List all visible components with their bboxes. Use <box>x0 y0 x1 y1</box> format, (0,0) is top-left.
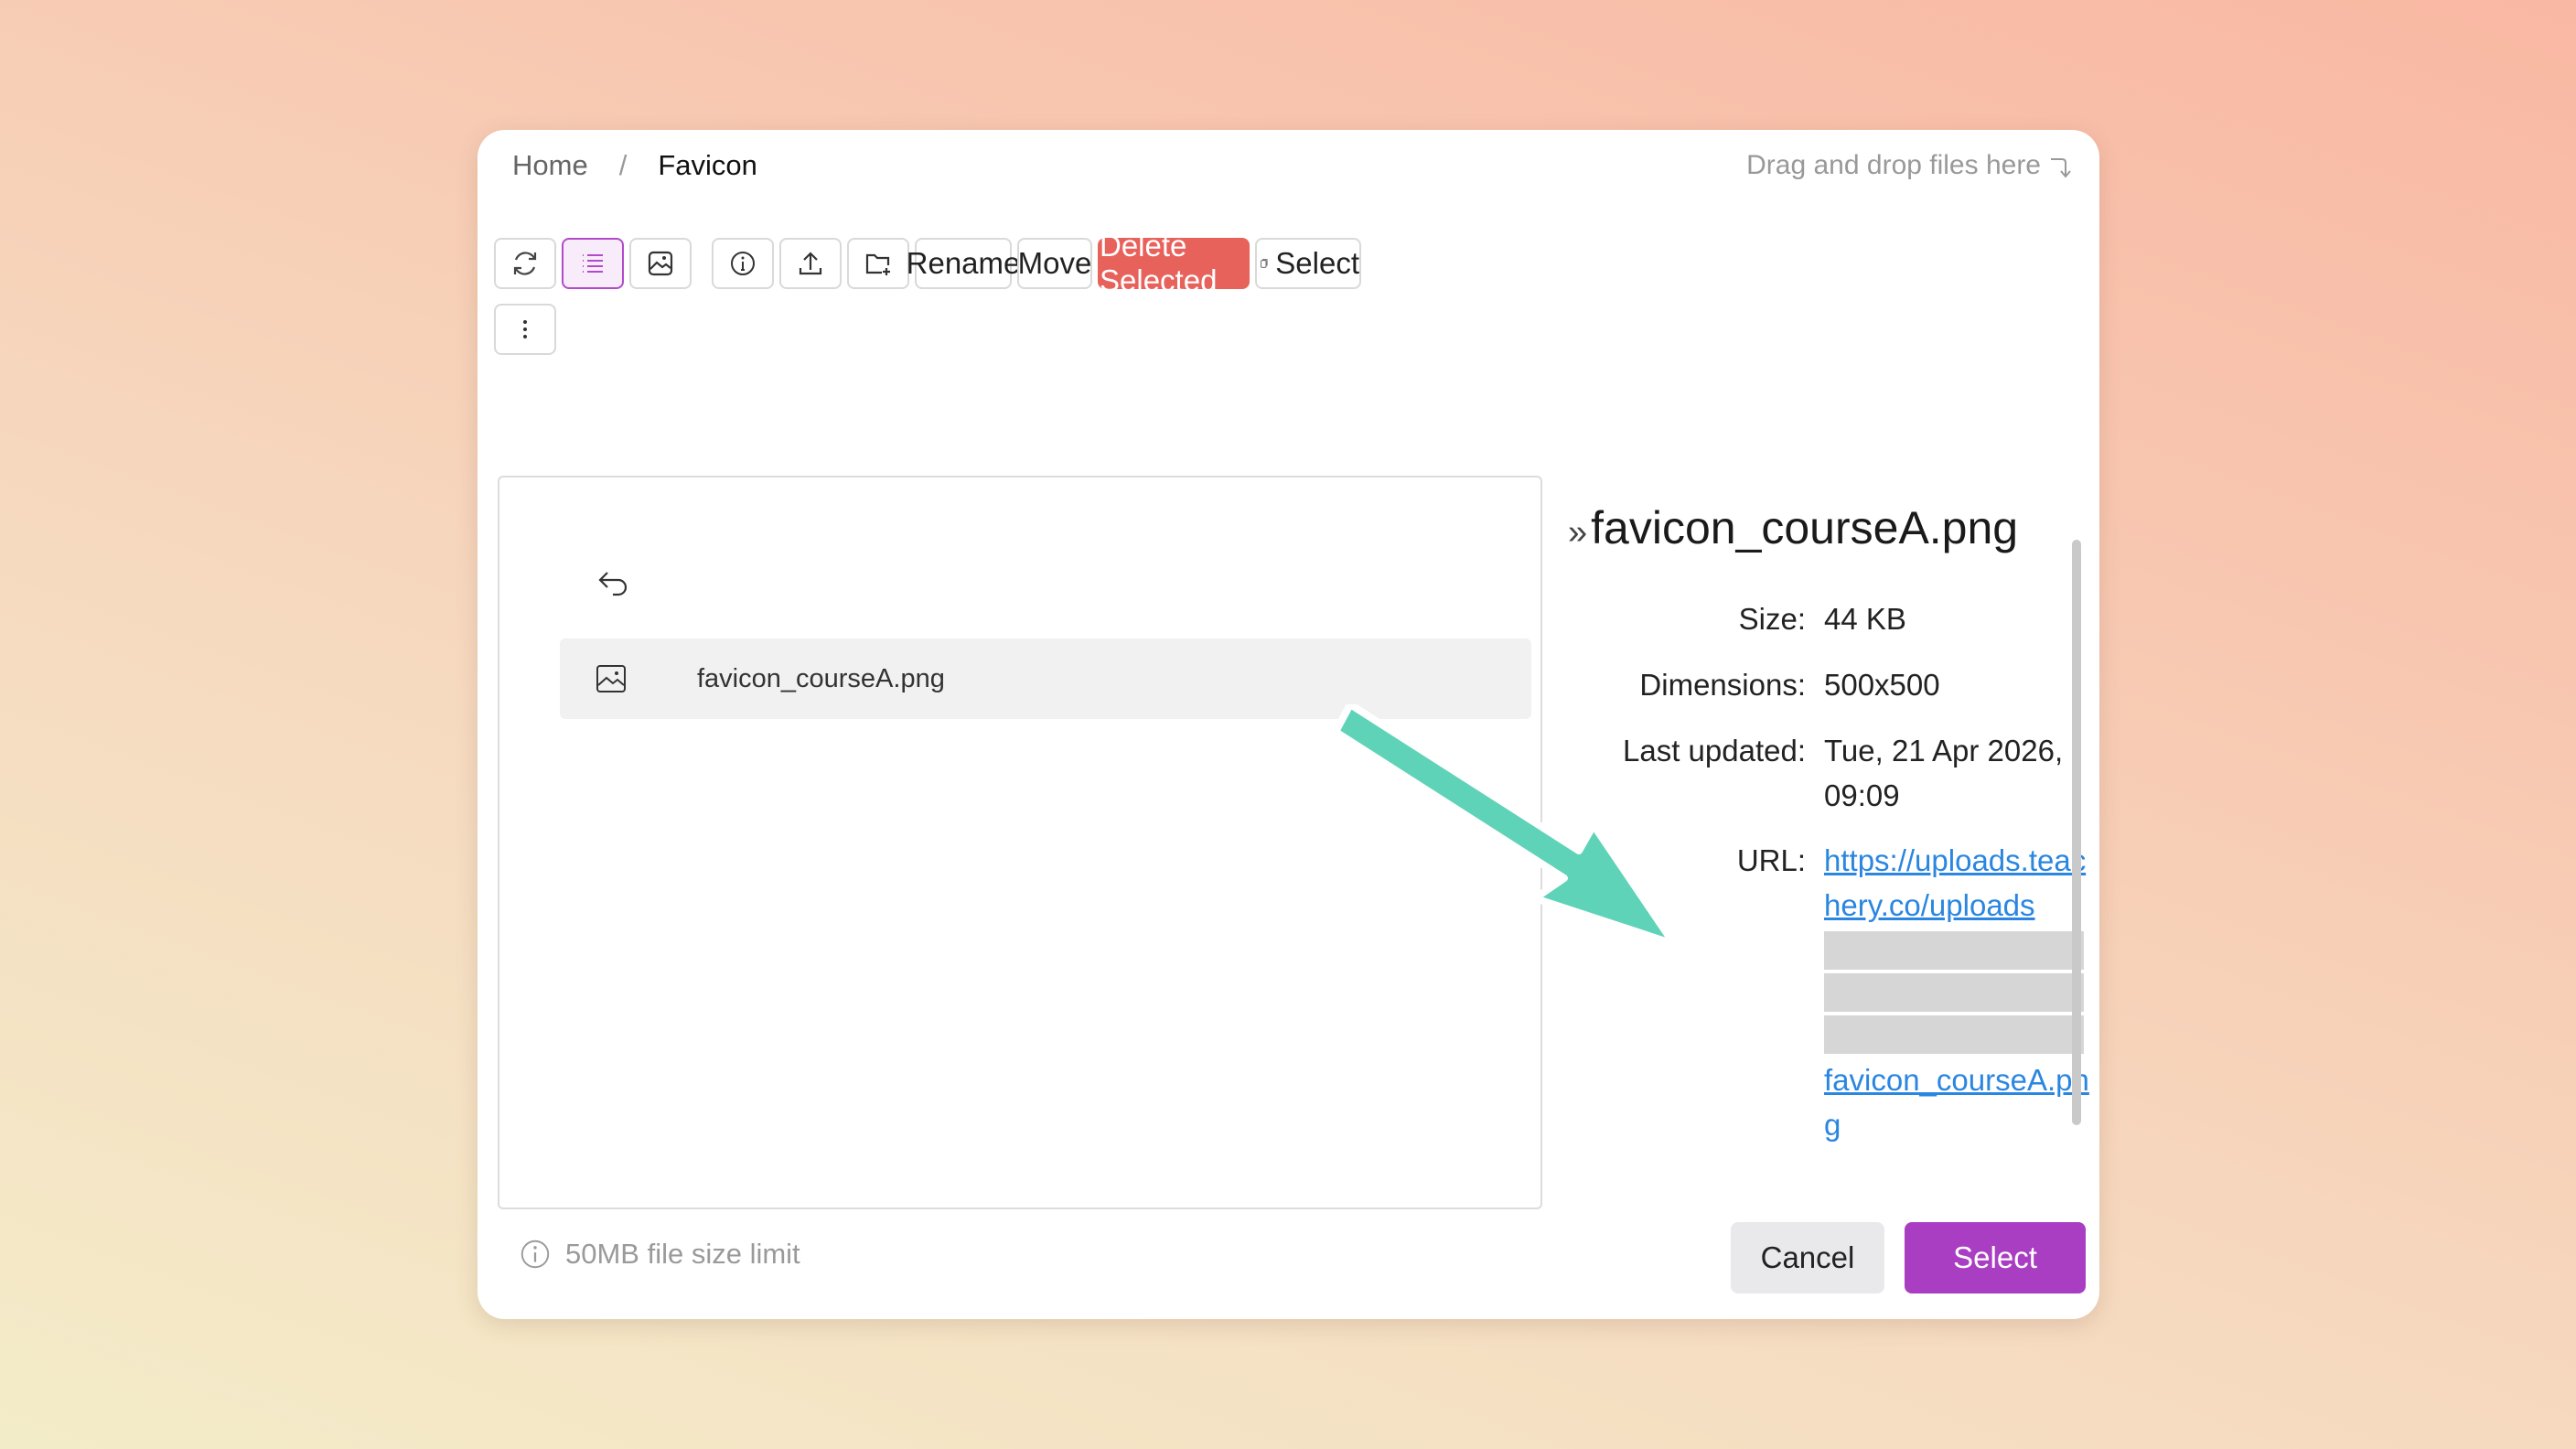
details-filename: favicon_courseA.png <box>1591 502 2019 553</box>
details-title: » favicon_courseA.png <box>1568 501 2080 554</box>
cancel-button[interactable]: Cancel <box>1731 1222 1884 1293</box>
size-value: 44 KB <box>1824 602 1906 636</box>
url-link-end[interactable]: favicon_courseA.png <box>1824 1063 2089 1142</box>
url-label: URL: <box>1736 843 1806 877</box>
url-link-start[interactable]: https://uploads.teachery.co/uploads <box>1824 843 2086 922</box>
size-label: Size: <box>1738 602 1806 636</box>
list-view-icon <box>583 254 603 273</box>
select-toolbar-button[interactable]: Select <box>1255 238 1361 289</box>
rename-label: Rename <box>906 246 1021 280</box>
more-vertical-icon <box>523 320 527 338</box>
collapse-chevrons-icon[interactable]: » <box>1568 513 1587 553</box>
last-updated-value: Tue, 21 Apr 2026, 09:09 <box>1824 734 2064 812</box>
dialog-footer: 50MB file size limit Cancel Select <box>498 1209 2089 1312</box>
more-options-button[interactable] <box>494 304 556 355</box>
drag-drop-text: Drag and drop files here <box>1746 150 2041 180</box>
select-toolbar-label: Select <box>1275 246 1359 280</box>
refresh-button[interactable] <box>494 238 556 289</box>
breadcrumb-separator: / <box>618 149 628 181</box>
delete-selected-label: Delete Selected <box>1100 229 1218 297</box>
list-view-button[interactable] <box>562 238 624 289</box>
copy-icon <box>1261 259 1268 268</box>
refresh-icon <box>513 252 537 275</box>
move-label: Move <box>1017 246 1092 280</box>
file-size-limit-text: 50MB file size limit <box>565 1238 800 1270</box>
move-button[interactable]: Move <box>1017 238 1092 289</box>
select-button[interactable]: Select <box>1905 1222 2086 1293</box>
redacted-url-segment <box>1824 931 2084 970</box>
redacted-url-segment <box>1824 1015 2084 1054</box>
image-icon <box>596 665 626 692</box>
redacted-url-segment <box>1824 973 2084 1012</box>
grid-view-button[interactable] <box>629 238 692 289</box>
file-list-panel: favicon_courseA.png <box>498 476 1542 1209</box>
drag-drop-hint: Drag and drop files here <box>1746 143 2072 188</box>
breadcrumb-current: Favicon <box>658 149 757 181</box>
last-updated-label: Last updated: <box>1623 734 1806 767</box>
info-icon <box>521 1240 550 1269</box>
dimensions-value: 500x500 <box>1824 668 1940 702</box>
delete-selected-button[interactable]: Delete Selected <box>1098 229 1250 297</box>
rename-button[interactable]: Rename <box>907 238 1020 289</box>
details-scrollbar[interactable] <box>2072 540 2081 1125</box>
file-size-limit: 50MB file size limit <box>518 1237 800 1272</box>
image-grid-view-icon <box>648 251 673 276</box>
list-item[interactable]: favicon_courseA.png <box>560 639 1531 719</box>
file-details-panel: » favicon_courseA.png Size: 44 KB Dimens… <box>1568 501 2089 1142</box>
breadcrumb: Home / Favicon <box>512 143 757 188</box>
info-icon <box>731 252 755 275</box>
upload-button[interactable] <box>779 238 842 289</box>
upload-icon <box>799 252 822 275</box>
dimensions-label: Dimensions: <box>1639 668 1806 702</box>
new-folder-icon <box>865 253 890 275</box>
new-folder-button[interactable] <box>847 238 909 289</box>
url-value: https://uploads.teachery.co/uploads favi… <box>1824 838 2089 1147</box>
info-button[interactable] <box>712 238 774 289</box>
corner-down-arrow-icon <box>2051 158 2071 178</box>
file-name: favicon_courseA.png <box>697 663 945 693</box>
undo-back-icon[interactable] <box>593 564 633 604</box>
breadcrumb-home[interactable]: Home <box>512 149 588 182</box>
